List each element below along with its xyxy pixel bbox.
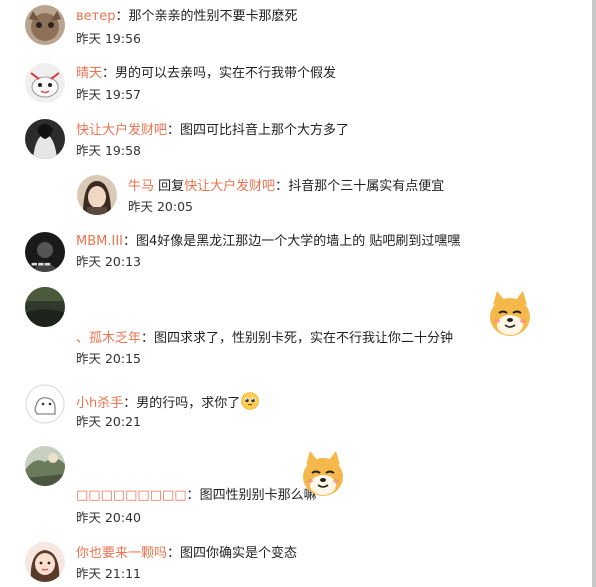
avatar[interactable] xyxy=(25,119,65,159)
separator: ： xyxy=(123,396,137,411)
separator: ： xyxy=(141,331,155,346)
comment-text: 图4好像是黑龙江那边一个大学的墙上的 贴吧刷到过嘿嘿 xyxy=(136,234,461,249)
avatar[interactable] xyxy=(25,5,65,45)
username-link[interactable]: 、孤木乏年 xyxy=(76,331,141,346)
username-link[interactable]: 晴天 xyxy=(76,66,102,81)
timestamp: 昨天 20:13 xyxy=(76,254,141,269)
doge-shiba-emoji-icon xyxy=(300,449,346,499)
comment-text: 图四求求了，性别别卡死，实在不行我让你二十分钟 xyxy=(154,331,454,346)
comment-text: 男的行吗，求你了 xyxy=(136,396,241,411)
separator: ： xyxy=(167,123,181,138)
timestamp: 昨天 20:05 xyxy=(128,199,193,214)
timestamp: 昨天 21:11 xyxy=(76,566,141,581)
username-link[interactable]: MBM.III xyxy=(76,234,123,249)
reply-to-link[interactable]: 快让大户发财吧 xyxy=(184,179,275,194)
separator: ： xyxy=(123,234,137,249)
username-link[interactable]: 你也要来一颗吗 xyxy=(76,546,167,561)
avatar[interactable] xyxy=(25,63,65,103)
username-link[interactable]: ветер xyxy=(76,9,115,24)
svg-text:▬▬▬: ▬▬▬ xyxy=(31,260,51,268)
username-link[interactable]: 快让大户发财吧 xyxy=(76,123,167,138)
avatar[interactable]: ▬▬▬ xyxy=(25,232,65,272)
timestamp: 昨天 20:15 xyxy=(76,351,141,366)
comment-text: 那个亲亲的性别不要卡那麽死 xyxy=(128,9,298,24)
comment-text: 抖音那个三十属实有点便宜 xyxy=(288,179,445,194)
separator: ： xyxy=(275,179,289,194)
separator: ： xyxy=(186,488,200,503)
comment-text: 图四可比抖音上那个大方多了 xyxy=(180,123,350,138)
timestamp: 昨天 20:40 xyxy=(76,510,141,525)
separator: ： xyxy=(115,9,129,24)
avatar[interactable] xyxy=(25,384,65,424)
avatar[interactable] xyxy=(77,175,117,215)
pleading-face-emoji-icon xyxy=(241,392,260,410)
timestamp: 昨天 19:57 xyxy=(76,87,141,102)
doge-shiba-emoji-icon xyxy=(487,289,533,339)
username-link[interactable]: 牛马 xyxy=(128,179,154,194)
separator: ： xyxy=(167,546,181,561)
avatar[interactable] xyxy=(25,542,65,582)
username-link[interactable]: □□□□□□□□□ xyxy=(76,488,187,503)
avatar[interactable] xyxy=(25,287,65,327)
comment-text: 男的可以去亲吗，实在不行我带个假发 xyxy=(115,66,337,81)
reply-label: 回复 xyxy=(154,179,185,194)
timestamp: 昨天 19:58 xyxy=(76,143,141,158)
window-edge xyxy=(592,0,596,587)
username-link[interactable]: 小h杀手 xyxy=(76,396,123,411)
timestamp: 昨天 20:21 xyxy=(76,414,141,429)
comment-text: 图四你确实是个变态 xyxy=(180,546,298,561)
timestamp: 昨天 19:56 xyxy=(76,31,141,46)
separator: ： xyxy=(102,66,116,81)
avatar[interactable] xyxy=(25,446,65,486)
